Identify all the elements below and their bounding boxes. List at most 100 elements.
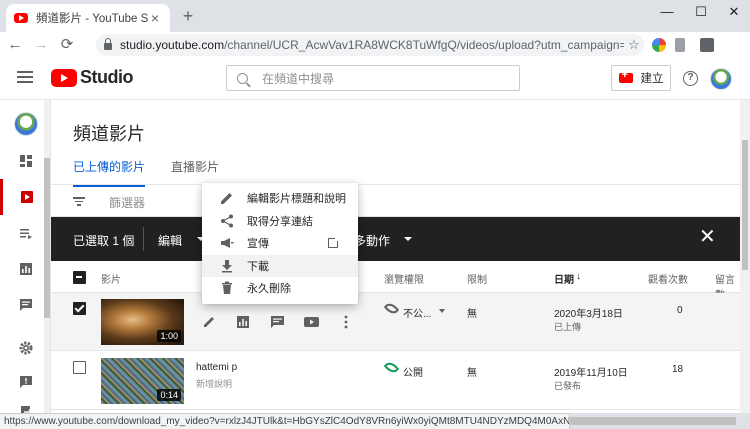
- sidebar-scrollbar[interactable]: [44, 100, 50, 413]
- row-checkbox[interactable]: [73, 302, 86, 315]
- more-actions-caret-icon[interactable]: [404, 237, 412, 241]
- youtube-logo-icon[interactable]: [51, 69, 77, 87]
- header-views[interactable]: 觀看次數: [648, 271, 688, 286]
- table-row[interactable]: 0:14 hattemi p 新增說明 公開 無 2019年11月10日 已發布…: [51, 352, 741, 410]
- video-title[interactable]: hattemi p: [196, 362, 237, 373]
- extension-download-icon[interactable]: [675, 38, 685, 52]
- visibility-value[interactable]: 不公...: [403, 305, 431, 320]
- help-icon[interactable]: ?: [683, 71, 698, 86]
- trash-icon: [222, 281, 232, 295]
- sort-arrow-icon[interactable]: ↓: [576, 271, 581, 282]
- table-row[interactable]: 1:00 不公... 無 2020年3月18日 已上傳 0: [51, 293, 741, 351]
- bulk-edit-button[interactable]: 編輯: [158, 232, 182, 249]
- window-minimize-button[interactable]: —: [657, 4, 677, 19]
- menu-label: 宣傳: [247, 238, 269, 251]
- views-value: 18: [672, 364, 684, 375]
- window-close-button[interactable]: ✕: [724, 4, 744, 20]
- action-bar-divider: [143, 227, 144, 251]
- channel-avatar[interactable]: [14, 112, 38, 136]
- video-thumbnail[interactable]: 1:00: [101, 299, 184, 345]
- analytics-icon: [19, 263, 32, 275]
- menu-item-download[interactable]: 下載: [202, 254, 358, 277]
- more-actions-button[interactable]: 多動作: [354, 232, 390, 249]
- window-maximize-button[interactable]: ☐: [691, 4, 711, 20]
- tab-close-icon[interactable]: ×: [148, 10, 162, 26]
- visibility-caret-icon[interactable]: [439, 309, 445, 313]
- video-thumbnail[interactable]: 0:14: [101, 358, 184, 404]
- share-icon: [221, 214, 233, 228]
- date-value: 2019年11月10日: [554, 368, 628, 379]
- horizontal-scrollbar-thumb[interactable]: [570, 417, 736, 425]
- account-avatar[interactable]: [710, 68, 732, 90]
- create-label: 建立: [640, 73, 664, 85]
- video-description[interactable]: 新增說明: [196, 377, 232, 390]
- channel-search-input[interactable]: 在頻道中搜尋: [226, 65, 520, 91]
- views-value: 0: [677, 305, 683, 316]
- extension-google-icon[interactable]: [652, 38, 666, 52]
- create-video-icon: [618, 69, 633, 83]
- new-tab-button[interactable]: +: [178, 6, 198, 26]
- header-restrictions[interactable]: 限制: [467, 271, 487, 286]
- forward-button[interactable]: →: [30, 34, 52, 56]
- youtube-play-icon[interactable]: [303, 315, 321, 329]
- menu-item-delete[interactable]: 永久刪除: [202, 277, 358, 300]
- header-date[interactable]: 日期: [554, 271, 574, 286]
- address-bar[interactable]: studio.youtube.com/channel/UCR_AcwVav1RA…: [96, 34, 644, 56]
- menu-label: 編輯影片標題和說明: [247, 193, 346, 206]
- filter-icon[interactable]: [73, 197, 85, 206]
- masthead: Studio 在頻道中搜尋 建立 ?: [0, 58, 750, 100]
- main-content: 頻道影片 已上傳的影片 直播影片 篩選器 已選取 1 個 編輯 多動作 ✕ 影片…: [51, 100, 741, 413]
- close-selection-icon[interactable]: ✕: [699, 227, 716, 247]
- edit-pencil-icon[interactable]: [201, 315, 219, 329]
- browser-status-url: https://www.youtube.com/download_my_vide…: [0, 413, 570, 429]
- pencil-icon: [221, 193, 232, 205]
- restriction-value: 無: [467, 309, 477, 320]
- studio-logo-text[interactable]: Studio: [80, 67, 134, 88]
- hamburger-menu-icon[interactable]: [17, 71, 33, 85]
- sidebar: [0, 100, 51, 413]
- menu-label: 取得分享連結: [247, 215, 313, 228]
- filter-bar[interactable]: 篩選器: [51, 185, 741, 217]
- header-video: 影片: [101, 275, 121, 286]
- menu-label: 下載: [247, 260, 269, 273]
- public-eye-icon: [383, 359, 400, 376]
- external-link-icon: [328, 236, 340, 248]
- back-button[interactable]: ←: [4, 34, 26, 56]
- youtube-favicon-icon: [14, 13, 28, 23]
- comments-icon: [19, 299, 32, 311]
- date-status: 已發布: [554, 381, 582, 391]
- table-header: 影片 瀏覽權限 限制 日期 ↓ 觀看次數 留言數: [51, 261, 741, 301]
- menu-item-edit-title[interactable]: 編輯影片標題和說明: [202, 187, 358, 210]
- page-title: 頻道影片: [73, 124, 145, 144]
- settings-icon: [19, 341, 32, 355]
- page-scrollbar-thumb[interactable]: [742, 140, 748, 270]
- url-text[interactable]: studio.youtube.com/channel/UCR_AcwVav1RA…: [120, 38, 624, 52]
- comments-icon[interactable]: [269, 315, 287, 329]
- create-button[interactable]: 建立: [611, 65, 671, 91]
- reload-button[interactable]: ⟳: [56, 34, 78, 56]
- filter-placeholder[interactable]: 篩選器: [109, 194, 145, 211]
- lock-icon[interactable]: [104, 38, 112, 50]
- tab-uploads[interactable]: 已上傳的影片: [73, 158, 146, 187]
- menu-item-promote[interactable]: 宣傳: [202, 232, 358, 255]
- page-scrollbar[interactable]: [740, 100, 750, 413]
- row-checkbox[interactable]: [73, 361, 86, 374]
- exit-classic-icon: [20, 406, 33, 413]
- playlists-icon: [19, 229, 32, 239]
- search-placeholder: 在頻道中搜尋: [262, 71, 335, 86]
- analytics-icon[interactable]: [235, 315, 253, 329]
- feedback-icon: [19, 376, 32, 388]
- browser-tab[interactable]: 頻道影片 - YouTube Studio ×: [6, 4, 170, 32]
- visibility-value[interactable]: 公開: [403, 364, 423, 379]
- url-host: studio.youtube.com: [120, 38, 225, 52]
- menu-item-share-link[interactable]: 取得分享連結: [202, 210, 358, 233]
- sidebar-scrollbar-thumb[interactable]: [44, 158, 50, 318]
- more-options-icon[interactable]: [337, 315, 355, 329]
- header-visibility[interactable]: 瀏覽權限: [384, 271, 424, 286]
- videos-icon: [21, 191, 33, 203]
- select-all-checkbox[interactable]: [73, 271, 86, 284]
- dashboard-icon: [19, 155, 32, 167]
- extension-icon[interactable]: [700, 38, 714, 52]
- video-options-menu: 編輯影片標題和說明 取得分享連結 宣傳 下載 永久刪除: [202, 183, 358, 304]
- bookmark-star-icon[interactable]: ☆: [624, 37, 644, 53]
